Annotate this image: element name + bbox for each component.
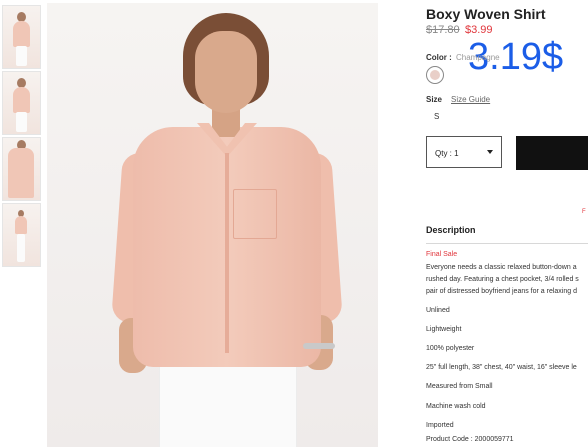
spec-item: 25" full length, 38" chest, 40" waist, 1… bbox=[426, 364, 577, 371]
original-price: $17.80 bbox=[426, 24, 460, 36]
size-option-s[interactable]: S bbox=[434, 112, 439, 121]
product-code: Product Code : 2000059771 bbox=[426, 436, 514, 443]
size-label: Size bbox=[426, 95, 443, 104]
description-line: Everyone needs a classic relaxed button-… bbox=[426, 264, 577, 271]
quantity-select[interactable]: Qty : 1 bbox=[426, 136, 502, 168]
spec-item: 100% polyester bbox=[426, 345, 475, 352]
chevron-down-icon bbox=[487, 150, 493, 154]
description-line: pair of distressed boyfriend jeans for a… bbox=[426, 288, 577, 295]
swatch-dot bbox=[430, 70, 440, 80]
product-main-image bbox=[47, 3, 378, 447]
thumbnail-front[interactable] bbox=[2, 5, 41, 69]
spec-item: Measured from Small bbox=[426, 383, 493, 390]
color-swatch-champagne[interactable] bbox=[426, 66, 444, 84]
thumbnail-detail[interactable] bbox=[2, 137, 41, 201]
quantity-label: Qty : 1 bbox=[435, 149, 459, 158]
spec-item: Unlined bbox=[426, 307, 450, 314]
size-guide-link[interactable]: Size Guide bbox=[451, 95, 490, 104]
sale-price: $3.99 bbox=[465, 24, 493, 36]
description-line: rushed day. Featuring a chest pocket, 3/… bbox=[426, 276, 579, 283]
spec-item: Imported bbox=[426, 422, 454, 429]
thumbnail-side[interactable] bbox=[2, 71, 41, 135]
truncated-red-text: F bbox=[582, 209, 586, 215]
product-title: Boxy Woven Shirt bbox=[426, 6, 546, 22]
add-to-bag-button[interactable] bbox=[516, 136, 588, 170]
thumbnail-full[interactable] bbox=[2, 203, 41, 267]
final-sale-label: Final Sale bbox=[426, 251, 458, 258]
description-paragraph: Everyone needs a classic relaxed button-… bbox=[426, 262, 588, 298]
color-label: Color : bbox=[426, 53, 452, 62]
spec-item: Lightweight bbox=[426, 326, 462, 333]
color-value: Champagne bbox=[456, 53, 500, 62]
description-heading: Description bbox=[426, 225, 476, 235]
spec-item: Machine wash cold bbox=[426, 403, 486, 410]
divider bbox=[426, 243, 588, 244]
